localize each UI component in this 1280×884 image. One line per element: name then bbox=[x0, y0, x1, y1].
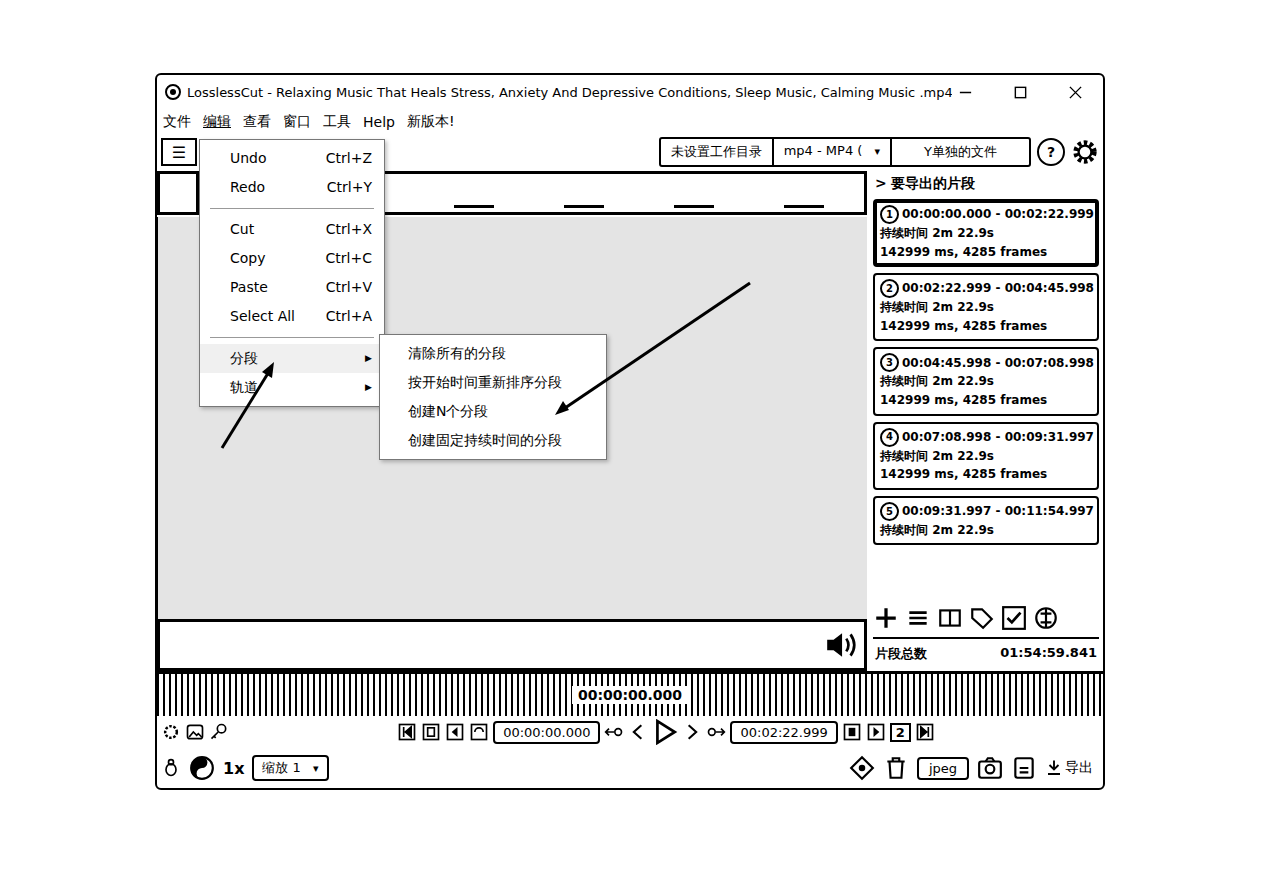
timeline-current-time: 00:00:00.000 bbox=[572, 686, 688, 704]
merge-icon[interactable] bbox=[1033, 605, 1059, 631]
key-icon[interactable] bbox=[209, 722, 229, 742]
check-icon[interactable] bbox=[1001, 605, 1027, 631]
app-window: LosslessCut - Relaxing Music That Heals … bbox=[155, 73, 1105, 790]
video-control-bar bbox=[157, 622, 867, 671]
export-options: 未设置工作目录 mp4 - MP4 ( ▾ Y单独的文件 bbox=[659, 137, 1031, 167]
playback-controls: 00:00:00.000 00:02:22.999 2 bbox=[157, 716, 1103, 748]
segment-card[interactable]: 200:02:22.999 - 00:04:45.998 持续时间 2m 22.… bbox=[873, 273, 1099, 341]
segment-card[interactable]: 300:04:45.998 - 00:07:08.998 持续时间 2m 22.… bbox=[873, 347, 1099, 415]
segment-number: 3 bbox=[880, 353, 899, 372]
trash-icon[interactable] bbox=[883, 755, 909, 781]
segment-submenu: 清除所有的分段按开始时间重新排序分段创建N个分段创建固定持续时间的分段 bbox=[379, 334, 607, 460]
menu-bar-item[interactable]: 工具 bbox=[323, 112, 351, 132]
menu-bar-item[interactable]: 新版本! bbox=[407, 112, 455, 132]
menu-item[interactable]: PasteCtrl+V bbox=[200, 273, 384, 302]
play-icon[interactable] bbox=[652, 719, 678, 745]
working-dir-button[interactable]: 未设置工作目录 bbox=[661, 139, 774, 165]
export-button[interactable]: 导出 bbox=[1045, 759, 1099, 777]
yin-yang-icon[interactable] bbox=[189, 755, 215, 781]
annotation-arrows-icon bbox=[0, 0, 1280, 884]
segment-number: 4 bbox=[880, 428, 899, 447]
segment-number: 2 bbox=[880, 279, 899, 298]
title-bar: LosslessCut - Relaxing Music That Heals … bbox=[157, 75, 1103, 109]
menu-button[interactable]: ☰ bbox=[161, 138, 197, 166]
desktop: LosslessCut - Relaxing Music That Heals … bbox=[0, 0, 1280, 884]
export-mode-icon[interactable] bbox=[1011, 755, 1037, 781]
end-time-input[interactable]: 00:02:22.999 bbox=[730, 721, 837, 744]
submenu-item[interactable]: 分段▶ bbox=[200, 344, 384, 373]
close-icon[interactable] bbox=[1068, 85, 1083, 100]
segment-card[interactable]: 400:07:08.998 - 00:09:31.997 持续时间 2m 22.… bbox=[873, 422, 1099, 490]
app-logo-icon bbox=[165, 84, 181, 100]
segment-card[interactable]: 100:00:00.000 - 00:02:22.999 持续时间 2m 22.… bbox=[873, 199, 1099, 267]
segment-tools bbox=[873, 599, 1099, 637]
menu-bar-item[interactable]: 查看 bbox=[243, 112, 271, 132]
maximize-icon[interactable] bbox=[1013, 85, 1028, 100]
segment-list: 100:00:00.000 - 00:02:22.999 持续时间 2m 22.… bbox=[873, 199, 1099, 599]
menu-item[interactable]: Select AllCtrl+A bbox=[200, 302, 384, 331]
window-title: LosslessCut - Relaxing Music That Heals … bbox=[187, 85, 952, 100]
submenu-entry[interactable]: 创建N个分段 bbox=[380, 397, 606, 426]
playback-speed[interactable]: 1x bbox=[223, 759, 244, 778]
jump-end-icon[interactable] bbox=[915, 722, 935, 742]
step-back-icon[interactable] bbox=[604, 722, 624, 742]
export-icon bbox=[1045, 759, 1063, 777]
timeline[interactable]: 00:00:00.000 bbox=[157, 671, 1103, 716]
bug-icon[interactable] bbox=[161, 758, 181, 778]
camera-icon[interactable] bbox=[977, 755, 1003, 781]
capture-format-select[interactable]: jpeg bbox=[917, 757, 969, 780]
submenu-entry[interactable]: 创建固定持续时间的分段 bbox=[380, 426, 606, 455]
edit-menu: UndoCtrl+ZRedoCtrl+Y CutCtrl+XCopyCtrl+CP… bbox=[199, 139, 385, 407]
gear-icon[interactable] bbox=[1071, 138, 1099, 166]
menu-bar-item[interactable]: Help bbox=[363, 113, 395, 131]
split-icon[interactable] bbox=[937, 605, 963, 631]
segment-number: 1 bbox=[880, 205, 899, 224]
rotate-icon[interactable] bbox=[849, 755, 875, 781]
set-end-icon[interactable] bbox=[842, 722, 862, 742]
format-select[interactable]: mp4 - MP4 ( ▾ bbox=[774, 139, 892, 165]
segments-header[interactable]: >要导出的片段 bbox=[873, 169, 1099, 199]
image-icon[interactable] bbox=[185, 722, 205, 742]
menu-bar-item[interactable]: 文件 bbox=[163, 112, 191, 132]
frame-forward-icon[interactable] bbox=[682, 722, 702, 742]
bottom-bar: 1x 缩放 1 ▾ jpeg 导出 bbox=[157, 748, 1103, 788]
menu-item[interactable]: UndoCtrl+Z bbox=[200, 144, 384, 173]
menu-item[interactable]: CutCtrl+X bbox=[200, 215, 384, 244]
add-icon[interactable] bbox=[873, 605, 899, 631]
loop-icon[interactable] bbox=[469, 722, 489, 742]
segments-panel: >要导出的片段 100:00:00.000 - 00:02:22.999 持续时… bbox=[867, 169, 1103, 671]
menu-separator bbox=[210, 208, 374, 209]
jump-start-icon[interactable] bbox=[397, 722, 417, 742]
prev-segment-icon[interactable] bbox=[445, 722, 465, 742]
zoom-select[interactable]: 缩放 1 ▾ bbox=[252, 755, 328, 781]
menu-item[interactable]: CopyCtrl+C bbox=[200, 244, 384, 273]
set-start-icon[interactable] bbox=[421, 722, 441, 742]
list-icon[interactable] bbox=[905, 605, 931, 631]
minimize-icon[interactable] bbox=[958, 85, 973, 100]
segments-total: 片段总数 01:54:59.841 bbox=[873, 637, 1099, 671]
start-time-input[interactable]: 00:00:00.000 bbox=[493, 721, 600, 744]
next-segment-icon[interactable] bbox=[866, 722, 886, 742]
settings-icon[interactable] bbox=[161, 722, 181, 742]
frame-back-icon[interactable] bbox=[628, 722, 648, 742]
tag-icon[interactable] bbox=[969, 605, 995, 631]
segment-number: 5 bbox=[880, 502, 899, 521]
menu-bar-item[interactable]: 编辑 bbox=[203, 112, 231, 132]
menu-separator bbox=[210, 337, 374, 338]
thumbnail-box bbox=[157, 171, 199, 215]
output-mode-button[interactable]: Y单独的文件 bbox=[892, 139, 1029, 165]
step-forward-icon[interactable] bbox=[706, 722, 726, 742]
segment-count-badge[interactable]: 2 bbox=[890, 723, 911, 742]
menu-item[interactable]: RedoCtrl+Y bbox=[200, 173, 384, 202]
help-button[interactable]: ? bbox=[1037, 138, 1065, 166]
menu-bar: 文件编辑查看窗口工具 Help 新版本! bbox=[157, 109, 1103, 135]
submenu-entry[interactable]: 按开始时间重新排序分段 bbox=[380, 368, 606, 397]
submenu-entry[interactable]: 清除所有的分段 bbox=[380, 339, 606, 368]
menu-bar-item[interactable]: 窗口 bbox=[283, 112, 311, 132]
submenu-item[interactable]: 轨道▶ bbox=[200, 373, 384, 402]
segment-card[interactable]: 500:09:31.997 - 00:11:54.997 持续时间 2m 22.… bbox=[873, 496, 1099, 546]
volume-icon[interactable] bbox=[824, 630, 858, 660]
